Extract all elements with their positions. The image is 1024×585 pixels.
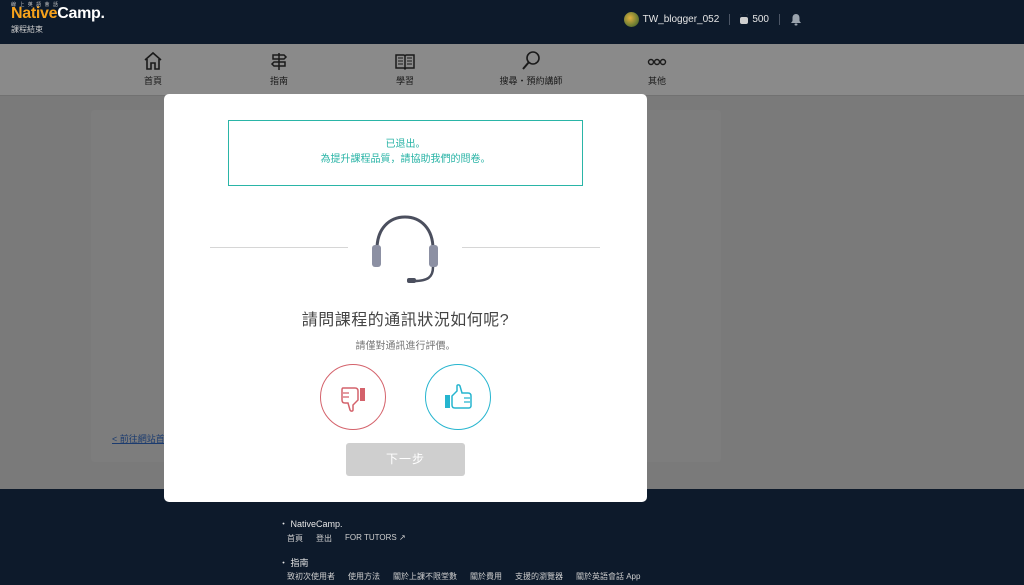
divider-right — [462, 247, 600, 248]
nav-label: 其他 — [647, 76, 666, 86]
notice-box: 已退出。 為提升課程品質，請協助我們的問卷。 — [228, 120, 583, 186]
nav-item-other[interactable]: 其他 — [612, 50, 702, 87]
footer-link[interactable]: 使用方法 — [348, 571, 380, 582]
search-icon — [522, 51, 540, 70]
headset-icon — [372, 215, 438, 283]
nav-label: 搜尋・預約講師 — [499, 76, 563, 86]
notice-line-1: 已退出。 — [385, 139, 426, 150]
footer-link[interactable]: 關於費用 — [470, 571, 502, 582]
survey-subquestion: 請僅對通訊進行評價。 — [355, 341, 456, 352]
footer-link-tutors[interactable]: FOR TUTORS ↗ — [345, 533, 406, 544]
nav-item-study[interactable]: 學習 — [360, 50, 450, 87]
footer-link-label: FOR TUTORS — [345, 533, 397, 542]
avatar[interactable] — [623, 11, 639, 27]
thumbs-up-icon — [445, 384, 472, 409]
footer: ・ NativeCamp. 首頁 登出 FOR TUTORS ↗ ・ 指南 致初… — [0, 489, 1024, 585]
logo-native: Native — [11, 5, 58, 22]
survey-question: 請問課程的通訊狀況如何呢? — [301, 312, 510, 329]
nav-item-guide[interactable]: 指南 — [234, 50, 324, 87]
footer-link[interactable]: 關於英語會話 App — [576, 571, 640, 582]
footer-section-title: ・ 指南 — [279, 558, 309, 568]
more-icon — [647, 58, 667, 66]
external-link-icon: ↗ — [398, 533, 406, 542]
back-to-home-link[interactable]: < 前往網站首 — [112, 432, 165, 445]
username[interactable]: TW_blogger_052 — [643, 14, 720, 25]
divider-left — [210, 247, 348, 248]
footer-link[interactable]: 支援的瀏覽器 — [515, 571, 563, 582]
brand-subtitle: 課程結束 — [11, 25, 43, 34]
survey-modal: 已退出。 為提升課程品質，請協助我們的問卷。 請問課程的通訊狀況如何呢? 請僅對… — [164, 94, 647, 502]
signpost-icon — [270, 53, 288, 70]
nav-item-search-tutor[interactable]: 搜尋・預約講師 — [486, 50, 576, 87]
bell-icon[interactable] — [790, 13, 802, 26]
divider — [779, 13, 780, 25]
coin-count[interactable]: 500 — [752, 14, 769, 25]
book-icon — [395, 54, 415, 71]
thumbs-down-button[interactable] — [320, 364, 386, 430]
top-header: 線 上 英 語 會 話 NativeCamp. 課程結束 TW_blogger_… — [0, 0, 1024, 44]
main-nav: 首頁 指南 學習 搜尋・預約講師 其他 — [0, 44, 1024, 96]
coin-icon — [740, 14, 749, 24]
thumbs-up-button[interactable] — [425, 364, 491, 430]
nav-label: 首頁 — [143, 76, 162, 86]
footer-links: 首頁 登出 FOR TUTORS ↗ — [287, 533, 406, 544]
nav-item-home[interactable]: 首頁 — [108, 50, 198, 87]
footer-section-title: ・ NativeCamp. — [279, 519, 343, 529]
footer-links: 致初次使用者 使用方法 關於上課不限堂數 關於費用 支援的瀏覽器 關於英語會話 … — [287, 571, 640, 582]
notice-line-2: 為提升課程品質，請協助我們的問卷。 — [320, 154, 491, 165]
footer-link-logout[interactable]: 登出 — [316, 533, 332, 544]
next-button[interactable]: 下一步 — [346, 443, 465, 476]
logo-camp: Camp. — [57, 5, 105, 22]
user-area: TW_blogger_052 500 — [623, 11, 802, 27]
thumbs-down-icon — [341, 387, 365, 412]
divider — [729, 13, 731, 25]
nav-label: 學習 — [395, 76, 414, 86]
nav-label: 指南 — [269, 76, 288, 86]
home-icon — [144, 51, 162, 70]
logo-text: NativeCamp. — [11, 5, 105, 23]
footer-link[interactable]: 關於上課不限堂數 — [393, 571, 457, 582]
footer-link[interactable]: 致初次使用者 — [287, 571, 335, 582]
footer-link-home[interactable]: 首頁 — [287, 533, 303, 544]
